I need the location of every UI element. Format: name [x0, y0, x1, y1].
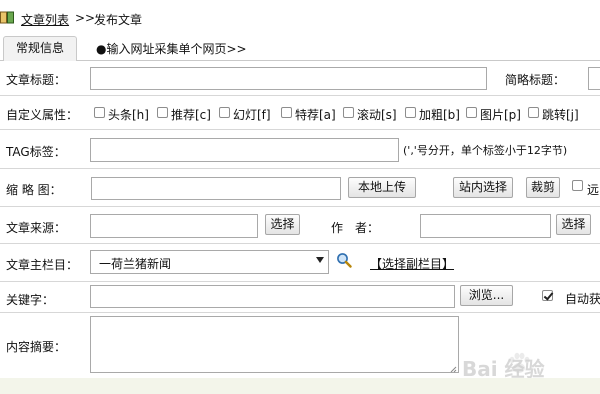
source-input[interactable]: [90, 214, 258, 238]
summary-row: 内容摘要： Bai 经验: [0, 313, 600, 381]
special-label: 特荐[a]: [295, 108, 336, 122]
short-title-input[interactable]: [588, 67, 600, 90]
summary-label: 内容摘要：: [6, 340, 67, 354]
remote-checkbox[interactable]: [572, 180, 583, 191]
author-label: 作 者：: [331, 221, 380, 235]
redirect-checkbox[interactable]: [528, 107, 539, 118]
title-input[interactable]: [90, 67, 487, 90]
book-icon: [0, 11, 14, 24]
main-column-select[interactable]: 一荷兰猪新闻: [90, 250, 329, 274]
tab-collect-webpage[interactable]: ●输入网址采集单个网页>>: [96, 40, 247, 57]
page-title: 发布文章: [94, 13, 143, 27]
scroll-checkbox[interactable]: [343, 107, 354, 118]
title-row: 文章标题： 简略标题：: [0, 61, 600, 96]
sub-column-link[interactable]: 【选择副栏目】: [370, 255, 454, 272]
site-select-button[interactable]: 站内选择: [453, 177, 513, 198]
thumbnail-label: 缩 略 图：: [6, 183, 62, 197]
attributes-label: 自定义属性：: [6, 108, 79, 122]
recommend-checkbox[interactable]: [157, 107, 168, 118]
resize-handle-icon[interactable]: [450, 366, 457, 373]
slideshow-label: 幻灯[f]: [233, 108, 271, 122]
tag-row: TAG标签： (','号分开，单个标签小于12字节): [0, 130, 600, 169]
summary-textarea[interactable]: [90, 316, 459, 373]
special-checkbox[interactable]: [281, 107, 292, 118]
source-label: 文章来源：: [6, 221, 67, 235]
source-row: 文章来源： 选择 作 者： 选择: [0, 207, 600, 244]
image-label: 图片[p]: [480, 108, 521, 122]
main-column-row: 文章主栏目： 一荷兰猪新闻 【选择副栏目】: [0, 244, 600, 282]
attributes-row: 自定义属性： 头条[h] 推荐[c] 幻灯[f] 特荐[a] 滚动[s] 加粗[…: [0, 96, 600, 130]
breadcrumb-separator: >>: [75, 11, 96, 25]
search-icon[interactable]: [336, 252, 352, 268]
thumbnail-row: 缩 略 图： 本地上传 站内选择 裁剪 远: [0, 169, 600, 207]
local-upload-button[interactable]: 本地上传: [348, 177, 416, 198]
tag-hint: (','号分开，单个标签小于12字节): [403, 144, 568, 157]
tag-label: TAG标签：: [6, 145, 66, 159]
browse-button[interactable]: 浏览...: [460, 285, 513, 306]
thumbnail-input[interactable]: [91, 177, 341, 200]
bold-label: 加粗[b]: [419, 108, 460, 122]
source-select-button[interactable]: 选择: [265, 214, 300, 235]
bottom-strip: [0, 378, 600, 394]
bold-checkbox[interactable]: [405, 107, 416, 118]
recommend-label: 推荐[c]: [171, 108, 211, 122]
scroll-label: 滚动[s]: [357, 108, 397, 122]
tag-input[interactable]: [90, 138, 399, 162]
remote-label: 远: [587, 183, 600, 197]
image-checkbox[interactable]: [466, 107, 477, 118]
short-title-label: 简略标题：: [505, 73, 566, 87]
crop-button[interactable]: 裁剪: [526, 177, 560, 198]
redirect-label: 跳转[j]: [542, 108, 579, 122]
main-column-label: 文章主栏目：: [6, 258, 79, 272]
author-input[interactable]: [420, 214, 551, 238]
author-select-button[interactable]: 选择: [556, 214, 591, 235]
main-column-selected: 一荷兰猪新闻: [99, 257, 172, 271]
headline-label: 头条[h]: [108, 108, 149, 122]
tab-general-info[interactable]: 常规信息: [3, 36, 77, 61]
tab-bar: 常规信息 ●输入网址采集单个网页>>: [0, 34, 600, 61]
title-label: 文章标题：: [6, 73, 67, 87]
article-list-link[interactable]: 文章列表: [21, 11, 69, 28]
auto-get-checkbox[interactable]: [542, 290, 553, 301]
slideshow-checkbox[interactable]: [219, 107, 230, 118]
breadcrumb: 文章列表 >> 发布文章: [0, 0, 600, 34]
headline-checkbox[interactable]: [94, 107, 105, 118]
keyword-label: 关键字：: [6, 293, 55, 307]
keyword-input[interactable]: [90, 285, 455, 308]
auto-get-label: 自动获: [565, 292, 600, 306]
chevron-down-icon: [316, 257, 324, 263]
keyword-row: 关键字： 浏览... 自动获: [0, 282, 600, 313]
